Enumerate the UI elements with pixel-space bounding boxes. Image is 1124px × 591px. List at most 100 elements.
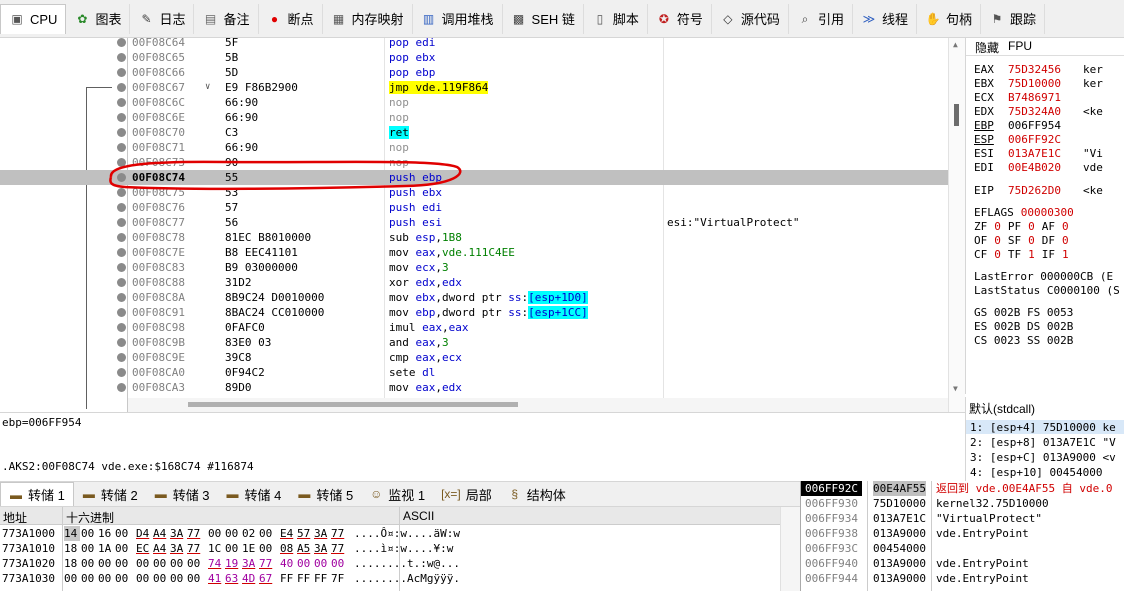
- hex-byte[interactable]: 40: [280, 556, 296, 571]
- hex-byte[interactable]: 3A: [170, 526, 186, 541]
- breakpoint-dot-icon[interactable]: [117, 308, 126, 317]
- hex-byte[interactable]: 77: [331, 526, 347, 541]
- hex-byte[interactable]: 00: [98, 571, 114, 586]
- scroll-up-arrow-icon[interactable]: ▲: [953, 40, 958, 49]
- hex-byte[interactable]: 7F: [331, 571, 347, 586]
- stack-value[interactable]: 013A9000: [873, 571, 926, 586]
- breakpoint-dot-icon[interactable]: [117, 263, 126, 272]
- tab-call-stack[interactable]: ▥ 调用堆栈: [413, 3, 503, 34]
- hex-byte[interactable]: A4: [153, 541, 169, 556]
- tab-handles[interactable]: ✋ 句柄: [917, 3, 981, 34]
- disasm-row[interactable]: 00F08C76 57 push edi: [0, 200, 948, 215]
- hex-byte[interactable]: 00: [81, 571, 97, 586]
- dump-row[interactable]: 773A1000 14 00 16 00 D4 A4 3A 77 00 00 02 00 E4 57 3A 77…: [0, 526, 460, 541]
- disasm-row[interactable]: 00F08C9B 83E0 03 and eax,3: [0, 335, 948, 350]
- tab-references[interactable]: ⌕ 引用: [789, 3, 853, 34]
- stack-row[interactable]: 006FF938 013A9000 vde.EntryPoint: [801, 526, 1124, 541]
- call-arg-row[interactable]: 2: [esp+8] 013A7E1C "V: [970, 436, 1116, 450]
- calling-convention-pane[interactable]: 默认(stdcall) 1: [esp+4] 75D10000 ke 2: [es…: [965, 397, 1124, 481]
- tab-breakpoint[interactable]: ● 断点: [259, 3, 323, 34]
- hex-byte[interactable]: 00: [225, 526, 241, 541]
- stack-pane[interactable]: 006FF92C 00E4AF55 返回到 vde.00E4AF55 自 vde.0…: [800, 481, 1124, 591]
- hex-byte[interactable]: FF: [297, 571, 313, 586]
- register-value[interactable]: 00E4B020: [1008, 161, 1061, 174]
- disasm-row[interactable]: 00F08C67 ∨ E9 F86B2900 jmp vde.119F864: [0, 80, 948, 95]
- disasm-row[interactable]: 00F08C83 B9 03000000 mov ecx,3: [0, 260, 948, 275]
- disasm-row[interactable]: 00F08C6E 66:90 nop: [0, 110, 948, 125]
- disasm-row[interactable]: 00F08C65 5B pop ebx: [0, 50, 948, 65]
- tab-graph[interactable]: ✿ 图表: [66, 3, 131, 34]
- stack-value[interactable]: 013A9000: [873, 556, 926, 571]
- breakpoint-dot-icon[interactable]: [117, 203, 126, 212]
- dump-tab[interactable]: [x=] 局部: [433, 482, 500, 506]
- breakpoint-dot-icon[interactable]: [117, 323, 126, 332]
- hex-byte[interactable]: 18: [64, 541, 80, 556]
- hex-byte[interactable]: A5: [297, 541, 313, 556]
- dump-header-ascii[interactable]: ASCII: [403, 509, 434, 523]
- flag-value[interactable]: 1: [1062, 248, 1069, 261]
- disasm-row[interactable]: 00F08C71 66:90 nop: [0, 140, 948, 155]
- hex-byte[interactable]: 74: [208, 556, 224, 571]
- hex-byte[interactable]: 1C: [208, 541, 224, 556]
- breakpoint-dot-icon[interactable]: [117, 218, 126, 227]
- stack-row[interactable]: 006FF93C 00454000: [801, 541, 1124, 556]
- hex-byte[interactable]: 00: [115, 526, 131, 541]
- disasm-row[interactable]: 00F08C66 5D pop ebp: [0, 65, 948, 80]
- dump-header-address[interactable]: 地址: [3, 509, 27, 526]
- hex-byte[interactable]: 18: [64, 556, 80, 571]
- hex-byte[interactable]: A4: [153, 526, 169, 541]
- disasm-row[interactable]: 00F08C70 C3 ret: [0, 125, 948, 140]
- flag-value[interactable]: 0: [1062, 220, 1069, 233]
- disasm-horizontal-scrollbar[interactable]: [128, 398, 948, 412]
- register-value[interactable]: 006FF954: [1008, 119, 1061, 132]
- disasm-row[interactable]: 00F08CA3 89D0 mov eax,edx: [0, 380, 948, 395]
- breakpoint-dot-icon[interactable]: [117, 233, 126, 242]
- breakpoint-dot-icon[interactable]: [117, 68, 126, 77]
- register-row[interactable]: ESP 006FF92C: [974, 133, 1083, 147]
- disasm-row[interactable]: 00F08C64 5F pop edi: [0, 38, 948, 50]
- stack-value[interactable]: 00454000: [873, 541, 926, 556]
- hex-byte[interactable]: 3A: [170, 541, 186, 556]
- hex-byte[interactable]: 00: [297, 556, 313, 571]
- breakpoint-dot-icon[interactable]: [117, 38, 126, 47]
- hex-byte[interactable]: 3A: [314, 541, 330, 556]
- stack-value[interactable]: 013A9000: [873, 526, 926, 541]
- register-value[interactable]: 75D324A0: [1008, 105, 1061, 118]
- tab-source[interactable]: ◇ 源代码: [712, 3, 789, 34]
- dump-tab[interactable]: § 结构体: [500, 482, 574, 506]
- hex-byte[interactable]: 4D: [242, 571, 258, 586]
- hex-byte[interactable]: 77: [187, 541, 203, 556]
- stack-value[interactable]: 00E4AF55: [873, 481, 926, 496]
- breakpoint-dot-icon[interactable]: [117, 338, 126, 347]
- hex-byte[interactable]: 77: [331, 541, 347, 556]
- disasm-row[interactable]: 00F08C88 31D2 xor edx,edx: [0, 275, 948, 290]
- tab-threads[interactable]: ≫ 线程: [853, 3, 917, 34]
- breakpoint-dot-icon[interactable]: [117, 128, 126, 137]
- disasm-vertical-scrollbar[interactable]: ▲ ▼: [948, 38, 965, 412]
- register-value[interactable]: 75D262D0: [1008, 184, 1061, 197]
- registers-pane[interactable]: 隐藏 FPU EAX 75D32456 ker EBX 75D10000 ker ECX B7…: [965, 38, 1124, 394]
- disasm-row[interactable]: 00F08C77 56 push esi esi:"VirtualProtect": [0, 215, 948, 230]
- hex-byte[interactable]: 00: [259, 526, 275, 541]
- stack-row[interactable]: 006FF944 013A9000 vde.EntryPoint: [801, 571, 1124, 586]
- hex-byte[interactable]: E4: [280, 526, 296, 541]
- disasm-row[interactable]: 00F08C91 8BAC24 CC010000 mov ebp,dword ptr…: [0, 305, 948, 320]
- hex-byte[interactable]: 00: [115, 556, 131, 571]
- hex-byte[interactable]: 00: [187, 556, 203, 571]
- register-row[interactable]: EDI 00E4B020 vde: [974, 161, 1103, 175]
- hex-byte[interactable]: 00: [98, 556, 114, 571]
- disassembly-pane[interactable]: 00F08C64 5F pop edi 00F08C65 5B pop ebx 00F08C…: [0, 38, 965, 412]
- hex-byte[interactable]: 67: [259, 571, 275, 586]
- hex-byte[interactable]: 1E: [242, 541, 258, 556]
- scroll-down-arrow-icon[interactable]: ▼: [953, 384, 958, 393]
- hex-byte[interactable]: 41: [208, 571, 224, 586]
- dump-tab[interactable]: ▬ 转储 4: [218, 482, 290, 506]
- hex-byte[interactable]: FF: [280, 571, 296, 586]
- dump-row[interactable]: 773A1010 18 00 1A 00 EC A4 3A 77 1C 00 1E 00 08 A5 3A 77…: [0, 541, 453, 556]
- flag-value[interactable]: 0: [1028, 220, 1035, 233]
- hex-byte[interactable]: 00: [314, 556, 330, 571]
- call-arg-row[interactable]: 1: [esp+4] 75D10000 ke: [970, 421, 1116, 435]
- hex-byte[interactable]: 16: [98, 526, 114, 541]
- hex-byte[interactable]: 02: [242, 526, 258, 541]
- hex-byte[interactable]: 57: [297, 526, 313, 541]
